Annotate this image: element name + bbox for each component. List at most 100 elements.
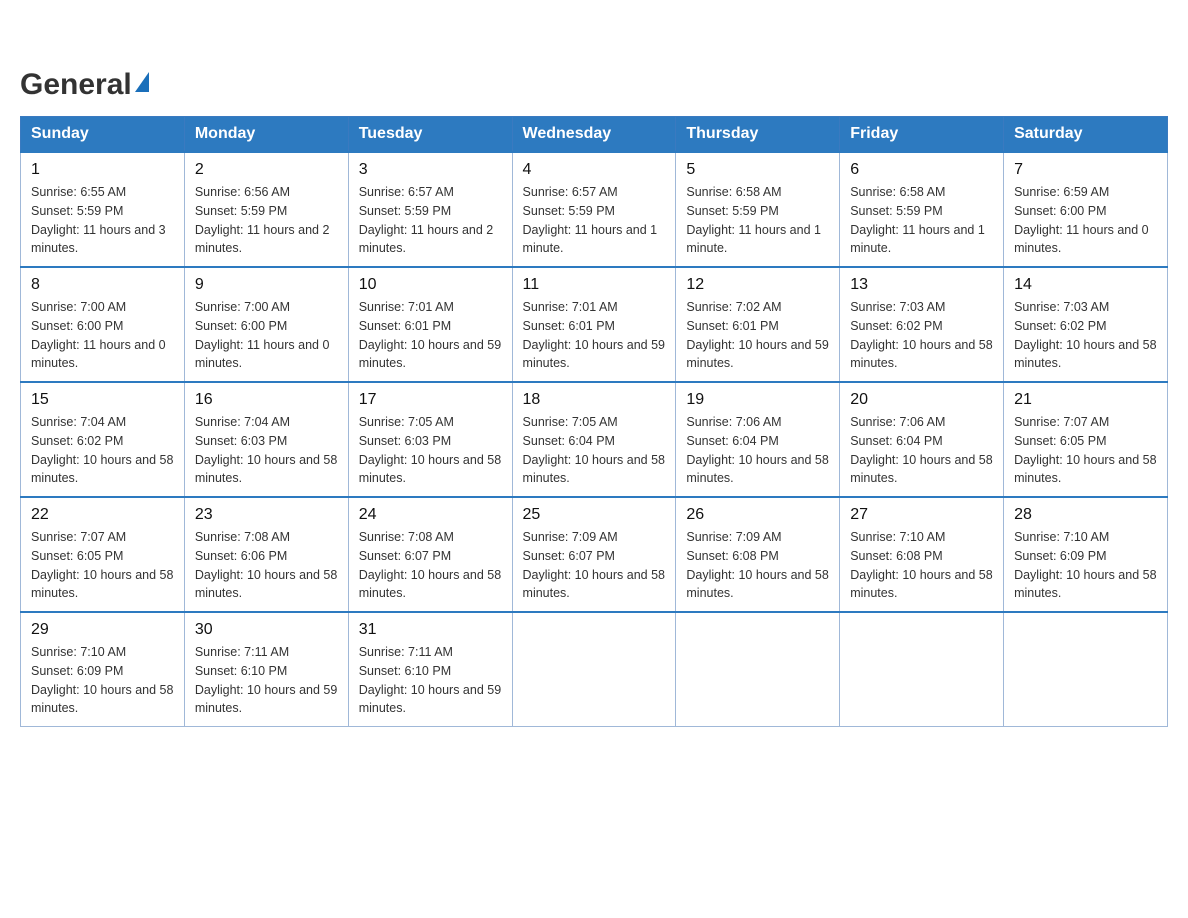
- logo-first-line: General: [20, 70, 149, 100]
- day-info: Sunrise: 7:00 AMSunset: 6:00 PMDaylight:…: [195, 300, 330, 370]
- day-info: Sunrise: 7:11 AMSunset: 6:10 PMDaylight:…: [195, 645, 337, 715]
- calendar-header-wednesday: Wednesday: [512, 117, 676, 153]
- day-number: 22: [31, 506, 174, 524]
- calendar-cell: 25 Sunrise: 7:09 AMSunset: 6:07 PMDayligh…: [512, 497, 676, 612]
- day-number: 25: [523, 506, 666, 524]
- day-info: Sunrise: 7:07 AMSunset: 6:05 PMDaylight:…: [1014, 415, 1156, 485]
- calendar-cell: 24 Sunrise: 7:08 AMSunset: 6:07 PMDayligh…: [348, 497, 512, 612]
- calendar-header-row: SundayMondayTuesdayWednesdayThursdayFrid…: [21, 117, 1168, 153]
- day-info: Sunrise: 7:09 AMSunset: 6:08 PMDaylight:…: [686, 530, 828, 600]
- calendar-cell: 19 Sunrise: 7:06 AMSunset: 6:04 PMDayligh…: [676, 382, 840, 497]
- logo-general-text: General: [20, 70, 132, 100]
- day-info: Sunrise: 6:57 AMSunset: 5:59 PMDaylight:…: [359, 185, 494, 255]
- calendar-header-tuesday: Tuesday: [348, 117, 512, 153]
- calendar-cell: 7Sunrise: 6:59 AMSunset: 6:00 PMDaylight…: [1004, 152, 1168, 267]
- day-number: 28: [1014, 506, 1157, 524]
- day-info: Sunrise: 6:58 AMSunset: 5:59 PMDaylight:…: [686, 185, 821, 255]
- calendar-cell: [1004, 612, 1168, 727]
- day-number: 2: [195, 161, 338, 179]
- day-info: Sunrise: 7:07 AMSunset: 6:05 PMDaylight:…: [31, 530, 173, 600]
- day-number: 26: [686, 506, 829, 524]
- calendar-cell: 9 Sunrise: 7:00 AMSunset: 6:00 PMDaylight…: [184, 267, 348, 382]
- page-header: General Blue: [20, 20, 1168, 100]
- day-info: Sunrise: 6:56 AMSunset: 5:59 PMDaylight:…: [195, 185, 330, 255]
- calendar-cell: 29 Sunrise: 7:10 AMSunset: 6:09 PMDayligh…: [21, 612, 185, 727]
- day-info: Sunrise: 7:04 AMSunset: 6:03 PMDaylight:…: [195, 415, 337, 485]
- calendar-week-row-4: 22 Sunrise: 7:07 AMSunset: 6:05 PMDayligh…: [21, 497, 1168, 612]
- day-number: 19: [686, 391, 829, 409]
- calendar-cell: 30Sunrise: 7:11 AMSunset: 6:10 PMDayligh…: [184, 612, 348, 727]
- day-info: Sunrise: 7:11 AMSunset: 6:10 PMDaylight:…: [359, 645, 501, 715]
- day-number: 11: [523, 276, 666, 294]
- calendar-cell: 31 Sunrise: 7:11 AMSunset: 6:10 PMDayligh…: [348, 612, 512, 727]
- calendar-cell: 10 Sunrise: 7:01 AMSunset: 6:01 PMDayligh…: [348, 267, 512, 382]
- day-info: Sunrise: 7:01 AMSunset: 6:01 PMDaylight:…: [359, 300, 501, 370]
- day-info: Sunrise: 7:02 AMSunset: 6:01 PMDaylight:…: [686, 300, 828, 370]
- day-number: 24: [359, 506, 502, 524]
- day-info: Sunrise: 7:08 AMSunset: 6:07 PMDaylight:…: [359, 530, 501, 600]
- day-number: 4: [523, 161, 666, 179]
- day-info: Sunrise: 7:08 AMSunset: 6:06 PMDaylight:…: [195, 530, 337, 600]
- calendar-cell: 14Sunrise: 7:03 AMSunset: 6:02 PMDayligh…: [1004, 267, 1168, 382]
- calendar-cell: 15 Sunrise: 7:04 AMSunset: 6:02 PMDayligh…: [21, 382, 185, 497]
- calendar-cell: 22 Sunrise: 7:07 AMSunset: 6:05 PMDayligh…: [21, 497, 185, 612]
- day-number: 23: [195, 506, 338, 524]
- day-number: 1: [31, 161, 174, 179]
- day-number: 3: [359, 161, 502, 179]
- calendar-cell: 3 Sunrise: 6:57 AMSunset: 5:59 PMDaylight…: [348, 152, 512, 267]
- day-number: 15: [31, 391, 174, 409]
- day-number: 9: [195, 276, 338, 294]
- day-number: 18: [523, 391, 666, 409]
- calendar-header-friday: Friday: [840, 117, 1004, 153]
- calendar-cell: [512, 612, 676, 727]
- day-number: 12: [686, 276, 829, 294]
- day-info: Sunrise: 7:03 AMSunset: 6:02 PMDaylight:…: [850, 300, 992, 370]
- day-number: 27: [850, 506, 993, 524]
- day-info: Sunrise: 7:06 AMSunset: 6:04 PMDaylight:…: [686, 415, 828, 485]
- day-info: Sunrise: 7:10 AMSunset: 6:09 PMDaylight:…: [31, 645, 173, 715]
- day-number: 13: [850, 276, 993, 294]
- calendar-cell: 27 Sunrise: 7:10 AMSunset: 6:08 PMDayligh…: [840, 497, 1004, 612]
- calendar-week-row-1: 1 Sunrise: 6:55 AMSunset: 5:59 PMDaylight…: [21, 152, 1168, 267]
- calendar-week-row-2: 8 Sunrise: 7:00 AMSunset: 6:00 PMDaylight…: [21, 267, 1168, 382]
- calendar-cell: 4Sunrise: 6:57 AMSunset: 5:59 PMDaylight…: [512, 152, 676, 267]
- calendar-table: SundayMondayTuesdayWednesdayThursdayFrid…: [20, 116, 1168, 727]
- day-number: 14: [1014, 276, 1157, 294]
- day-info: Sunrise: 6:59 AMSunset: 6:00 PMDaylight:…: [1014, 185, 1149, 255]
- day-info: Sunrise: 7:05 AMSunset: 6:04 PMDaylight:…: [523, 415, 665, 485]
- day-number: 6: [850, 161, 993, 179]
- calendar-header-monday: Monday: [184, 117, 348, 153]
- calendar-cell: 1 Sunrise: 6:55 AMSunset: 5:59 PMDaylight…: [21, 152, 185, 267]
- logo: General Blue: [20, 20, 200, 100]
- day-info: Sunrise: 7:06 AMSunset: 6:04 PMDaylight:…: [850, 415, 992, 485]
- day-number: 21: [1014, 391, 1157, 409]
- day-number: 29: [31, 621, 174, 639]
- day-number: 31: [359, 621, 502, 639]
- calendar-cell: 28Sunrise: 7:10 AMSunset: 6:09 PMDayligh…: [1004, 497, 1168, 612]
- day-info: Sunrise: 7:01 AMSunset: 6:01 PMDaylight:…: [523, 300, 665, 370]
- calendar-cell: 21 Sunrise: 7:07 AMSunset: 6:05 PMDayligh…: [1004, 382, 1168, 497]
- day-number: 17: [359, 391, 502, 409]
- calendar-week-row-3: 15 Sunrise: 7:04 AMSunset: 6:02 PMDayligh…: [21, 382, 1168, 497]
- day-number: 16: [195, 391, 338, 409]
- day-info: Sunrise: 7:04 AMSunset: 6:02 PMDaylight:…: [31, 415, 173, 485]
- calendar-cell: 12 Sunrise: 7:02 AMSunset: 6:01 PMDayligh…: [676, 267, 840, 382]
- calendar-header-thursday: Thursday: [676, 117, 840, 153]
- calendar-header-saturday: Saturday: [1004, 117, 1168, 153]
- day-info: Sunrise: 6:58 AMSunset: 5:59 PMDaylight:…: [850, 185, 985, 255]
- calendar-cell: 18 Sunrise: 7:05 AMSunset: 6:04 PMDayligh…: [512, 382, 676, 497]
- day-number: 5: [686, 161, 829, 179]
- day-number: 10: [359, 276, 502, 294]
- calendar-week-row-5: 29 Sunrise: 7:10 AMSunset: 6:09 PMDayligh…: [21, 612, 1168, 727]
- calendar-cell: 17Sunrise: 7:05 AMSunset: 6:03 PMDayligh…: [348, 382, 512, 497]
- day-number: 8: [31, 276, 174, 294]
- day-number: 20: [850, 391, 993, 409]
- calendar-cell: 26 Sunrise: 7:09 AMSunset: 6:08 PMDayligh…: [676, 497, 840, 612]
- calendar-cell: 6 Sunrise: 6:58 AMSunset: 5:59 PMDaylight…: [840, 152, 1004, 267]
- logo-triangle-icon: [135, 72, 149, 92]
- day-info: Sunrise: 7:09 AMSunset: 6:07 PMDaylight:…: [523, 530, 665, 600]
- day-info: Sunrise: 7:10 AMSunset: 6:08 PMDaylight:…: [850, 530, 992, 600]
- day-info: Sunrise: 7:00 AMSunset: 6:00 PMDaylight:…: [31, 300, 166, 370]
- calendar-cell: 23 Sunrise: 7:08 AMSunset: 6:06 PMDayligh…: [184, 497, 348, 612]
- day-info: Sunrise: 6:55 AMSunset: 5:59 PMDaylight:…: [31, 185, 166, 255]
